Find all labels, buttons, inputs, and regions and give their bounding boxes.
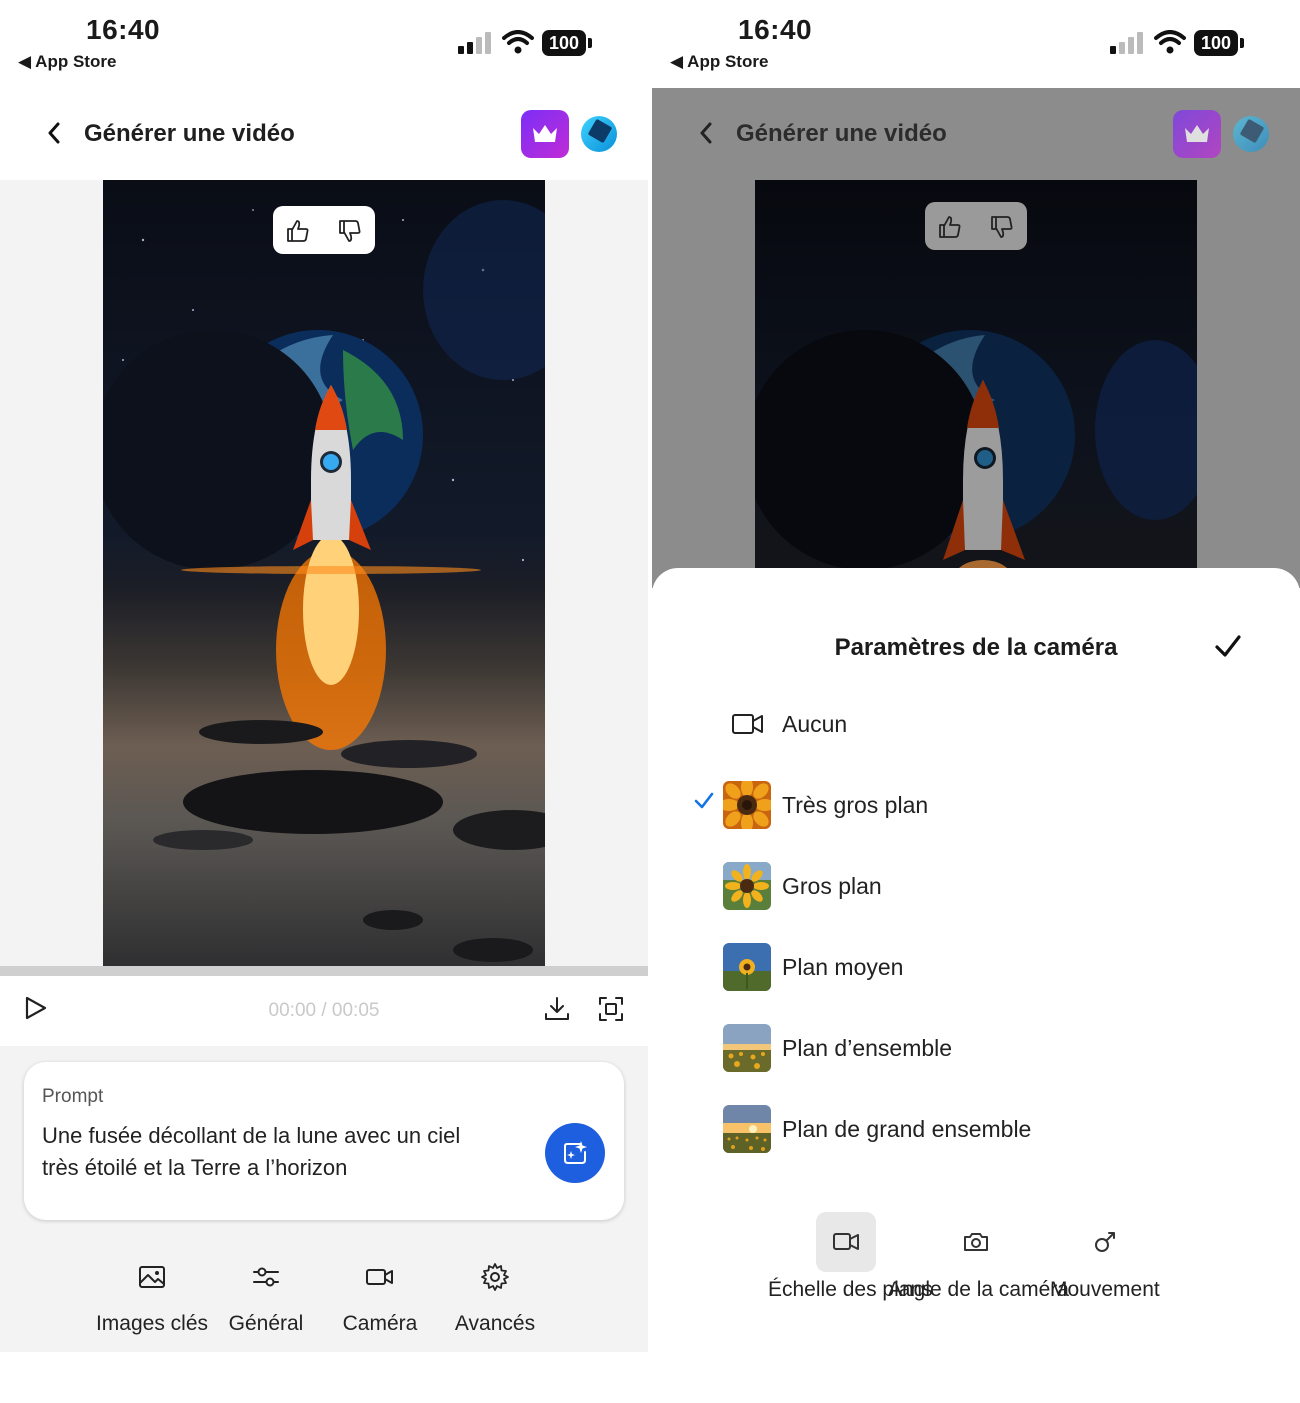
sunflower-wide-thumbnail: [723, 1024, 771, 1072]
option-plan-moyen[interactable]: Plan moyen: [652, 937, 1300, 997]
video-camera-icon: [833, 1233, 859, 1250]
camera-settings-sheet: Paramètres de la caméra Aucun Très gros …: [652, 568, 1300, 1352]
camera-settings-tabs: Échelle des plans Angle de la caméra Mou…: [652, 1210, 1300, 1320]
dimmed-background[interactable]: Générer une vidéo: [652, 88, 1300, 588]
status-bar: 16:40 ◀ App Store 100: [652, 0, 1300, 88]
avatar[interactable]: [581, 116, 617, 152]
video-preview[interactable]: [103, 180, 545, 966]
tab-label[interactable]: Angle de la caméra: [888, 1278, 1069, 1302]
tab-angle-de-la-camera[interactable]: [946, 1212, 1006, 1272]
option-plan-de-grand-ensemble[interactable]: Plan de grand ensemble: [652, 1099, 1300, 1159]
sunflower-closeup-thumbnail: [723, 862, 771, 910]
video-progress-bar[interactable]: [0, 966, 648, 976]
tab-label[interactable]: Mouvement: [1050, 1278, 1160, 1302]
sheet-title: Paramètres de la caméra: [834, 634, 1118, 661]
back-app-label: App Store: [687, 52, 769, 71]
bottom-panel: Prompt Une fusée décollant de la lune av…: [0, 1046, 648, 1352]
camera-settings-screen: 16:40 ◀ App Store 100 Générer une vidéo: [652, 0, 1300, 1352]
gear-icon: [481, 1263, 509, 1291]
back-chevron-icon: [700, 122, 712, 144]
option-label: Très gros plan: [782, 792, 929, 818]
status-time: 16:40: [86, 14, 161, 45]
camera-icon: [964, 1233, 988, 1251]
crown-icon: [533, 125, 557, 142]
back-chevron-icon[interactable]: [40, 118, 70, 148]
page-title: Générer une vidéo: [736, 120, 947, 147]
option-label: Plan de grand ensemble: [782, 1116, 1032, 1142]
fullscreen-icon[interactable]: [596, 994, 626, 1024]
cellular-signal-icon: [1110, 32, 1143, 54]
thumbs-down-icon: [991, 216, 1013, 238]
video-camera-icon: [366, 1269, 393, 1285]
battery-level: 100: [1194, 30, 1238, 56]
generate-video-screen: 16:40 ◀ App Store 100 Générer une vidéo: [0, 0, 648, 1352]
premium-button: [1173, 110, 1221, 158]
tab-echelle-des-plans[interactable]: [816, 1212, 876, 1272]
option-tres-gros-plan[interactable]: Très gros plan: [652, 775, 1300, 835]
sparkle-generate-icon: [564, 1141, 587, 1164]
page-title: Générer une vidéo: [84, 120, 295, 147]
app-header: Générer une vidéo: [0, 88, 648, 180]
option-label: Gros plan: [782, 873, 882, 899]
option-plan-d-ensemble[interactable]: Plan d’ensemble: [652, 1018, 1300, 1078]
option-gros-plan[interactable]: Gros plan: [652, 856, 1300, 916]
generate-button[interactable]: [545, 1123, 605, 1183]
rocket-moon-scene: [103, 200, 545, 962]
avatar: [1233, 116, 1269, 152]
status-time: 16:40: [738, 14, 813, 45]
selected-check-icon: [694, 792, 714, 809]
sunflower-medium-thumbnail: [723, 943, 771, 991]
status-bar: 16:40 ◀ App Store 100: [0, 0, 648, 88]
back-to-app-link[interactable]: ◀ App Store: [18, 52, 116, 72]
prompt-card[interactable]: Prompt Une fusée décollant de la lune av…: [24, 1062, 624, 1220]
battery-indicator: 100: [542, 30, 592, 56]
prompt-text[interactable]: Une fusée décollant de la lune avec un c…: [42, 1120, 482, 1184]
image-icon: [139, 1266, 165, 1288]
done-checkmark-icon[interactable]: [1214, 632, 1242, 660]
download-icon[interactable]: [542, 994, 572, 1024]
video-camera-icon: [732, 714, 763, 734]
thumbs-down-icon[interactable]: [337, 218, 363, 244]
battery-level: 100: [542, 30, 586, 56]
wifi-icon: [502, 30, 534, 54]
prompt-label: Prompt: [42, 1086, 104, 1107]
battery-indicator: 100: [1194, 30, 1244, 56]
video-preview-area: [0, 180, 648, 966]
option-label: Aucun: [782, 711, 848, 737]
movement-icon: [1095, 1232, 1115, 1252]
sunflower-extreme-closeup-thumbnail: [723, 781, 771, 829]
sunflower-extreme-wide-thumbnail: [723, 1105, 771, 1153]
crown-icon: [1185, 125, 1209, 142]
option-label: Plan moyen: [782, 954, 904, 980]
option-aucun[interactable]: Aucun: [652, 694, 1300, 754]
wifi-icon: [1154, 30, 1186, 54]
thumbs-up-icon: [939, 216, 961, 238]
option-label: Plan d’ensemble: [782, 1035, 953, 1061]
settings-toolbar: Images clés Général Caméra Avancés: [0, 1262, 648, 1352]
thumbs-up-icon[interactable]: [285, 218, 311, 244]
premium-button[interactable]: [521, 110, 569, 158]
tool-label: Avancés: [454, 1312, 536, 1335]
sliders-icon: [253, 1267, 279, 1287]
back-to-app-link[interactable]: ◀ App Store: [670, 52, 768, 72]
tool-avances[interactable]: Avancés: [425, 1262, 565, 1336]
feedback-pill: [925, 202, 1027, 250]
cellular-signal-icon: [458, 32, 491, 54]
tab-mouvement[interactable]: [1076, 1212, 1136, 1272]
back-app-label: App Store: [35, 52, 117, 71]
player-controls: 00:00 / 00:05: [0, 976, 648, 1046]
video-preview: [755, 180, 1197, 588]
feedback-pill: [273, 206, 375, 254]
